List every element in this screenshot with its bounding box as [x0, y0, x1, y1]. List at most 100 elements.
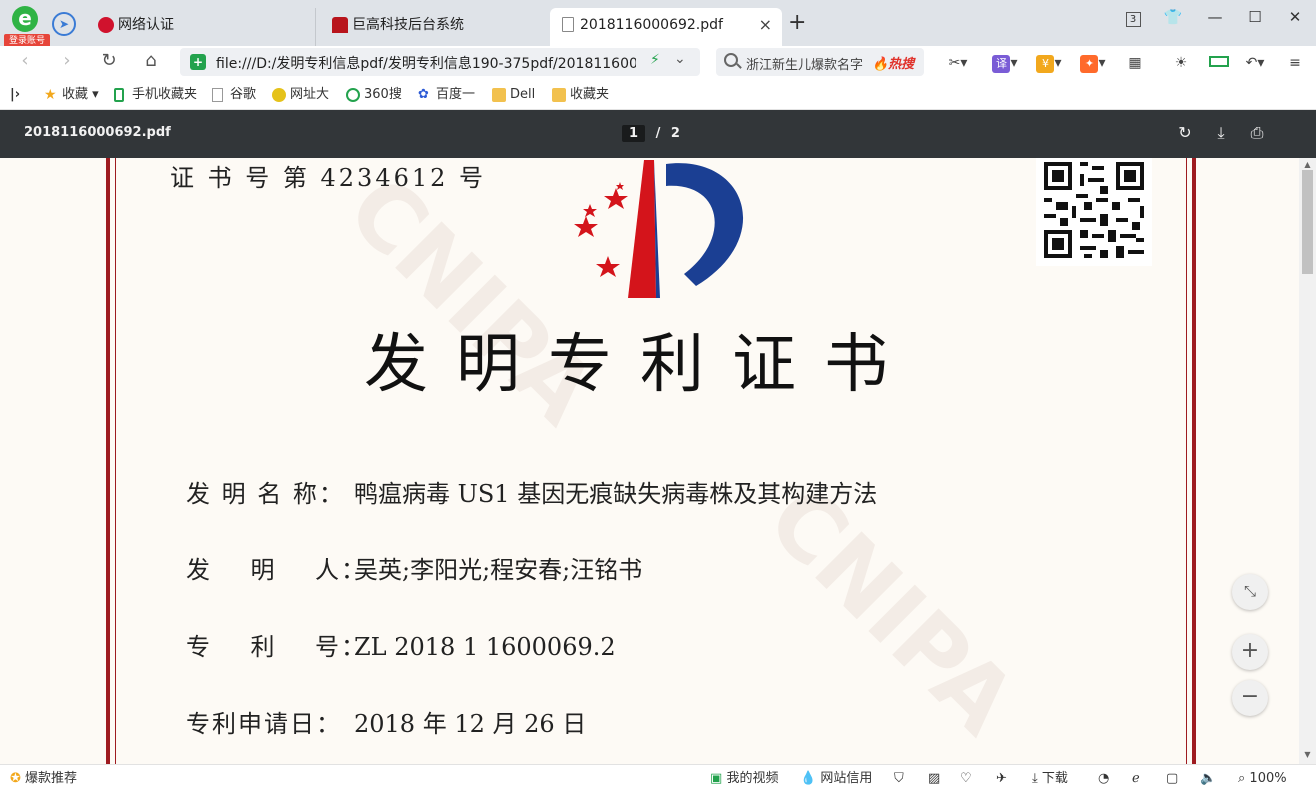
- bookmarks-bar: |› ★ 收藏 ▾ 手机收藏夹 谷歌 网址大 360搜 ✿ 百度一 Dell 收…: [0, 80, 1316, 110]
- pdf-page: CNIPA CNIPA 证 书 号 第 4234612 号 发明专利证书 发 明…: [0, 158, 1299, 764]
- bookmark-dell[interactable]: Dell: [492, 86, 544, 104]
- home-icon[interactable]: ⌂: [140, 50, 162, 71]
- browser-logo[interactable]: e 登录账号: [4, 6, 50, 48]
- zoom-out-button[interactable]: −: [1232, 680, 1268, 716]
- search-input[interactable]: 浙江新生儿爆款名字: [746, 54, 870, 73]
- incognito-icon[interactable]: ◔: [1098, 771, 1109, 787]
- new-tab-button[interactable]: +: [788, 10, 806, 35]
- close-tab-icon[interactable]: ×: [759, 8, 772, 42]
- rotate-icon[interactable]: ↻: [1175, 123, 1195, 142]
- recommend-label: 爆款推荐: [25, 771, 78, 786]
- site-credit-label: 网站信用: [820, 771, 873, 786]
- print-icon[interactable]: ⎙: [1247, 123, 1267, 143]
- menu-icon[interactable]: ≡: [1284, 52, 1306, 74]
- scroll-up-arrow[interactable]: ▲: [1302, 160, 1313, 170]
- minimize-button[interactable]: —: [1203, 8, 1227, 26]
- download-button[interactable]: ⤓ 下载: [1032, 771, 1068, 787]
- bookmark-url-nav[interactable]: 网址大: [272, 86, 334, 104]
- recommend-button[interactable]: ✪ 爆款推荐: [10, 771, 77, 787]
- zoom-value: 100%: [1249, 771, 1287, 786]
- chevron-down-icon[interactable]: ⌄: [674, 51, 686, 67]
- bookmark-label: 360搜: [364, 87, 402, 102]
- back-icon[interactable]: ‹: [14, 50, 36, 71]
- lightning-icon[interactable]: ⚡: [650, 52, 660, 68]
- rocket-icon[interactable]: ✈: [996, 771, 1007, 787]
- tab-label: 网络认证: [118, 17, 174, 33]
- download-label: 下载: [1041, 771, 1068, 786]
- bookmark-baidu[interactable]: ✿ 百度一: [418, 86, 480, 104]
- brightness-icon[interactable]: ☀: [1170, 52, 1192, 74]
- tab-label: 2018116000692.pdf: [580, 17, 723, 33]
- tab-count-button[interactable]: 3: [1121, 8, 1145, 27]
- heart-icon[interactable]: ♡: [960, 771, 972, 787]
- my-video-button[interactable]: ▣ 我的视频: [710, 771, 778, 787]
- coupon-icon[interactable]: ¥ ▾: [1034, 52, 1064, 74]
- video-label: 我的视频: [726, 771, 779, 786]
- site-icon: [272, 88, 286, 102]
- navigation-bar: ‹ › ↻ ⌂ + file:///D:/发明专利信息pdf/发明专利信息190…: [0, 46, 1316, 80]
- search-icon: [724, 53, 738, 67]
- forward-icon[interactable]: ›: [56, 50, 78, 71]
- maximize-button[interactable]: ☐: [1243, 8, 1267, 26]
- battery-icon[interactable]: [1206, 52, 1232, 74]
- watermark: CNIPA: [747, 466, 1036, 755]
- water-drop-icon: 💧: [800, 771, 817, 786]
- bookmark-360[interactable]: 360搜: [346, 86, 408, 104]
- apps-grid-icon[interactable]: ▦: [1124, 52, 1146, 74]
- bookmark-folder[interactable]: 收藏夹: [552, 86, 614, 104]
- browser-e-icon: e: [12, 6, 38, 32]
- hot-search-badge[interactable]: 🔥热搜: [872, 53, 914, 72]
- folder-icon: [552, 88, 566, 102]
- game-icon[interactable]: ✦ ▾: [1078, 52, 1108, 74]
- zoom-icon: ⌕: [1238, 771, 1246, 786]
- status-bar: ✪ 爆款推荐 ▣ 我的视频 💧 网站信用 ⛉ ▨ ♡ ✈ ⤓ 下载 ◔ ℯ ▢ …: [0, 764, 1316, 791]
- scissors-icon[interactable]: ✂▾: [944, 52, 972, 74]
- tab-pdf[interactable]: 2018116000692.pdf ×: [550, 8, 782, 46]
- scroll-thumb[interactable]: [1302, 170, 1313, 274]
- reload-icon[interactable]: ↻: [98, 50, 120, 71]
- url-text[interactable]: file:///D:/发明专利信息pdf/发明专利信息190-375pdf/20…: [216, 53, 636, 73]
- page-separator: /: [655, 126, 661, 141]
- star-icon: ★: [44, 87, 57, 103]
- bookmark-label: 收藏: [62, 87, 89, 102]
- translate-icon[interactable]: 译 ▾: [990, 52, 1020, 74]
- certificate-border-right: [1186, 158, 1196, 764]
- tab-network-auth[interactable]: 网络认证: [88, 8, 316, 46]
- speaker-icon[interactable]: 🔈: [1200, 771, 1216, 787]
- scroll-down-arrow[interactable]: ▼: [1302, 750, 1313, 760]
- bookmark-google[interactable]: 谷歌: [212, 86, 262, 104]
- zoom-in-button[interactable]: +: [1232, 634, 1268, 670]
- pdf-toolbar: 2018116000692.pdf 1 / 2 ↻ ⤓ ⎙: [0, 110, 1316, 158]
- pdf-filename: 2018116000692.pdf: [24, 125, 171, 140]
- image-icon[interactable]: ▨: [928, 771, 940, 787]
- recommend-icon: ✪: [10, 771, 21, 786]
- undo-icon[interactable]: ↶▾: [1240, 52, 1270, 74]
- fit-page-button[interactable]: ⤡: [1232, 574, 1268, 610]
- ie-icon[interactable]: ℯ: [1132, 771, 1140, 787]
- send-icon[interactable]: ➤: [52, 12, 76, 36]
- field-value: 吴英;李阳光;程安春;汪铭书: [354, 556, 643, 584]
- pdf-viewer[interactable]: CNIPA CNIPA 证 书 号 第 4234612 号 发明专利证书 发 明…: [0, 158, 1299, 764]
- bookmark-favorites[interactable]: ★ 收藏 ▾: [44, 86, 110, 104]
- search-box[interactable]: 浙江新生儿爆款名字 🔥热搜: [716, 48, 924, 76]
- document-icon: [562, 17, 574, 32]
- tab-admin-system[interactable]: 巨高科技后台系统: [322, 8, 546, 46]
- window-icon[interactable]: ▢: [1166, 771, 1178, 787]
- bookmark-label: 谷歌: [230, 87, 257, 102]
- download-icon[interactable]: ⤓: [1211, 123, 1231, 143]
- shield-icon[interactable]: ⛉: [894, 771, 904, 787]
- page-number-input[interactable]: 1: [622, 125, 646, 142]
- close-window-button[interactable]: ✕: [1283, 8, 1307, 26]
- address-bar[interactable]: + file:///D:/发明专利信息pdf/发明专利信息190-375pdf/…: [180, 48, 700, 76]
- site-credit-button[interactable]: 💧 网站信用: [800, 771, 872, 787]
- zoom-level[interactable]: ⌕ 100%: [1238, 771, 1287, 787]
- field-label: 发 明 人：: [186, 556, 368, 584]
- page-total: 2: [670, 126, 680, 141]
- field-application-date: 专利申请日： 2018 年 12 月 26 日: [186, 704, 586, 739]
- field-value: 鸭瘟病毒 US1 基因无痕缺失病毒株及其构建方法: [354, 480, 878, 508]
- bookmark-mobile[interactable]: 手机收藏夹: [114, 86, 204, 104]
- skin-shirt-icon[interactable]: 👕: [1161, 8, 1185, 26]
- vertical-scrollbar[interactable]: ▲ ▼: [1299, 158, 1316, 764]
- field-label: 专利申请日：: [186, 710, 342, 738]
- sidebar-toggle-icon[interactable]: |›: [10, 86, 26, 104]
